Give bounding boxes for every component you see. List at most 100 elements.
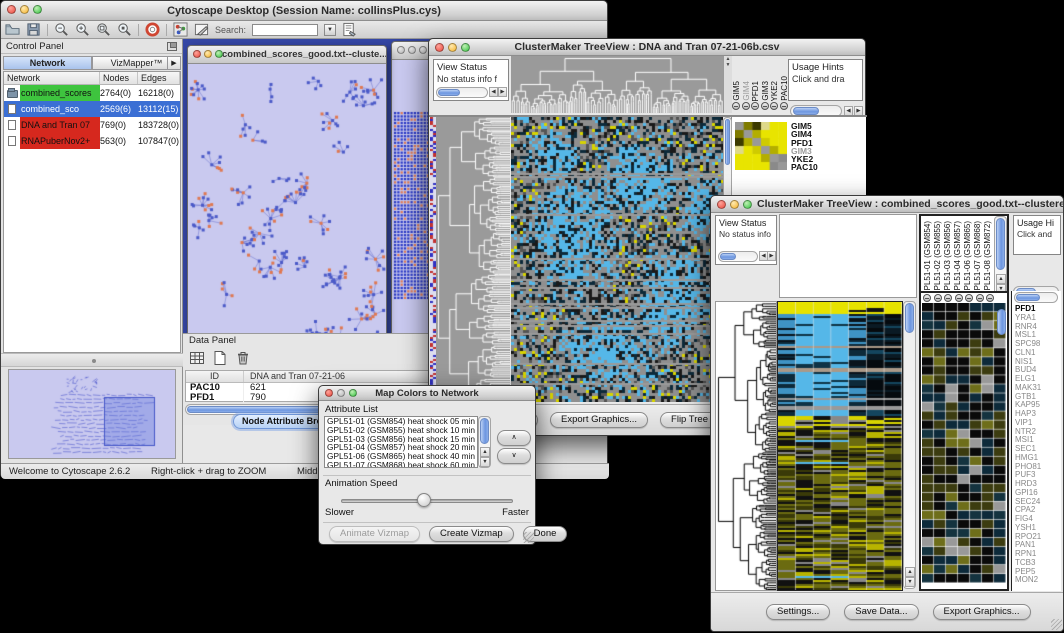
column-label[interactable]: PFD1 bbox=[751, 81, 761, 101]
column-label[interactable]: GIM3 bbox=[761, 81, 771, 101]
close-icon[interactable] bbox=[7, 5, 16, 14]
vizmapper-icon[interactable] bbox=[173, 22, 188, 37]
network-row[interactable]: combined_scores 2764(0) 16218(0) bbox=[4, 85, 180, 101]
move-down-button[interactable]: ∨ bbox=[497, 448, 531, 464]
report-icon[interactable] bbox=[342, 22, 357, 37]
help-lifesaver-icon[interactable] bbox=[145, 22, 160, 37]
resize-grip[interactable] bbox=[1051, 619, 1062, 630]
network-overview-panel[interactable] bbox=[8, 369, 176, 459]
zoom-heatmap-canvas[interactable] bbox=[922, 303, 1006, 583]
treeview2-button[interactable]: Save Data... bbox=[844, 604, 918, 620]
close-icon[interactable] bbox=[397, 46, 405, 54]
network-canvas[interactable] bbox=[188, 64, 386, 368]
scroll-up-icon[interactable]: ▲ bbox=[480, 447, 490, 457]
speed-slider-thumb[interactable] bbox=[417, 493, 431, 507]
column-header[interactable]: Network bbox=[4, 72, 100, 84]
zoom-window-icon[interactable] bbox=[743, 200, 752, 209]
treeview1-titlebar[interactable]: ClusterMaker TreeView : DNA and Tran 07-… bbox=[429, 39, 865, 56]
scroll-down-icon[interactable]: ▼ bbox=[905, 577, 915, 587]
zoom-window-icon[interactable] bbox=[461, 43, 470, 52]
treeview2-titlebar[interactable]: ClusterMaker TreeView : combined_scores_… bbox=[711, 196, 1063, 213]
zoom-window-icon[interactable] bbox=[33, 5, 42, 14]
gene-label[interactable]: MON2 bbox=[1015, 576, 1061, 585]
network-view-titlebar[interactable]: combined_scores_good.txt--cluste... bbox=[188, 46, 386, 64]
mini-vscrollbar[interactable]: ▲▼ bbox=[723, 56, 732, 113]
minimize-icon[interactable] bbox=[448, 43, 457, 52]
minimize-icon[interactable] bbox=[337, 389, 345, 397]
main-titlebar[interactable]: Cytoscape Desktop (Session Name: collins… bbox=[1, 1, 607, 21]
zoom-matrix-canvas[interactable] bbox=[735, 122, 787, 170]
float-panel-icon[interactable] bbox=[167, 42, 177, 51]
tab-overflow-icon[interactable]: ▶ bbox=[167, 56, 181, 70]
annotation-icon[interactable] bbox=[194, 22, 209, 37]
search-dropdown-icon[interactable]: ▼ bbox=[324, 24, 336, 36]
vscroll-thumb[interactable] bbox=[725, 119, 730, 165]
zoom-window-icon[interactable] bbox=[215, 50, 223, 58]
close-icon[interactable] bbox=[435, 43, 444, 52]
hscroll-thumb[interactable] bbox=[1016, 294, 1040, 301]
column-label[interactable]: GIM4 bbox=[742, 81, 752, 101]
column-header[interactable]: Nodes bbox=[100, 72, 138, 84]
column-label[interactable]: GPL51-07 (GSM868) bbox=[973, 221, 983, 297]
column-dendrogram-canvas[interactable] bbox=[511, 56, 723, 113]
zoom-fit-icon[interactable] bbox=[96, 22, 111, 37]
network-row[interactable]: combined_sco 2569(6) 13112(15) bbox=[4, 101, 180, 117]
minimize-icon[interactable] bbox=[730, 200, 739, 209]
network-row[interactable]: RNAPuberNov2+ 563(0) 107847(0) bbox=[4, 133, 180, 149]
column-label[interactable]: YKE2 bbox=[770, 81, 780, 101]
dialog-button[interactable]: Create Vizmap bbox=[429, 526, 514, 542]
scroll-down-icon[interactable]: ▼ bbox=[480, 457, 490, 467]
minimize-icon[interactable] bbox=[408, 46, 416, 54]
close-icon[interactable] bbox=[325, 389, 333, 397]
column-label[interactable]: GIM5 bbox=[732, 81, 742, 101]
minimize-icon[interactable] bbox=[204, 50, 212, 58]
hscroll-thumb[interactable] bbox=[438, 89, 460, 96]
search-input[interactable] bbox=[252, 24, 318, 36]
zoom-window-icon[interactable] bbox=[349, 389, 357, 397]
treeview2-button[interactable]: Settings... bbox=[766, 604, 830, 620]
overview-canvas[interactable] bbox=[9, 370, 175, 458]
vscroll-thumb[interactable] bbox=[480, 418, 489, 444]
treeview1-button[interactable]: Export Graphics... bbox=[550, 412, 648, 428]
resize-grip[interactable] bbox=[523, 532, 534, 543]
main-heatmap-canvas[interactable] bbox=[511, 117, 723, 402]
row-label[interactable]: PAC10 bbox=[791, 163, 861, 171]
network-row[interactable]: DNA and Tran 07 769(0) 183728(0) bbox=[4, 117, 180, 133]
column-label[interactable]: GPL51-03 (GSM856) bbox=[943, 221, 953, 297]
column-label[interactable]: GPL51-06 (GSM865) bbox=[963, 221, 973, 297]
zoom-out-icon[interactable] bbox=[54, 22, 69, 37]
dialog-titlebar[interactable]: Map Colors to Network bbox=[319, 386, 535, 401]
zoom-vscroll-thumb[interactable] bbox=[997, 309, 1006, 335]
zoom-selected-icon[interactable] bbox=[117, 22, 132, 37]
row-dendrogram-canvas[interactable] bbox=[436, 117, 510, 402]
column-header[interactable]: Edges bbox=[138, 72, 180, 84]
treeview2-button[interactable]: Export Graphics... bbox=[933, 604, 1031, 620]
close-icon[interactable] bbox=[717, 200, 726, 209]
hscroll-thumb[interactable] bbox=[720, 253, 736, 260]
scroll-left-icon[interactable]: ◀ bbox=[489, 87, 498, 97]
vscroll-thumb[interactable] bbox=[905, 303, 914, 333]
vscroll-thumb[interactable] bbox=[996, 218, 1005, 270]
minimize-icon[interactable] bbox=[20, 5, 29, 14]
scroll-up-icon[interactable]: ▲ bbox=[996, 274, 1006, 284]
hscroll-thumb[interactable] bbox=[793, 107, 819, 115]
zoom-window-icon[interactable] bbox=[419, 46, 427, 54]
id-column-header[interactable]: ID bbox=[186, 371, 244, 382]
dialog-button[interactable]: Animate Vizmap bbox=[329, 526, 420, 542]
network-view-window[interactable]: combined_scores_good.txt--cluste... bbox=[187, 45, 387, 369]
table-icon[interactable] bbox=[189, 350, 205, 366]
zoom-in-icon[interactable] bbox=[75, 22, 90, 37]
scroll-right-icon[interactable]: ▶ bbox=[767, 251, 776, 261]
column-label[interactable]: GPL51-08 (GSM872) bbox=[983, 221, 993, 297]
open-icon[interactable] bbox=[5, 22, 20, 37]
column-label[interactable]: GPL51-02 (GSM855) bbox=[933, 221, 943, 297]
close-icon[interactable] bbox=[193, 50, 201, 58]
main-heatmap-canvas[interactable] bbox=[777, 301, 903, 591]
new-page-icon[interactable] bbox=[212, 350, 228, 366]
column-label[interactable]: GPL51-04 (GSM857) bbox=[953, 221, 963, 297]
attribute-item[interactable]: GPL51-07 (GSM868) heat shock 60 min bbox=[325, 461, 477, 468]
column-label[interactable]: GPL51-01 (GSM854) bbox=[923, 221, 933, 297]
save-icon[interactable] bbox=[26, 22, 41, 37]
scroll-right-icon[interactable]: ▶ bbox=[498, 87, 507, 97]
move-up-button[interactable]: ∧ bbox=[497, 430, 531, 446]
